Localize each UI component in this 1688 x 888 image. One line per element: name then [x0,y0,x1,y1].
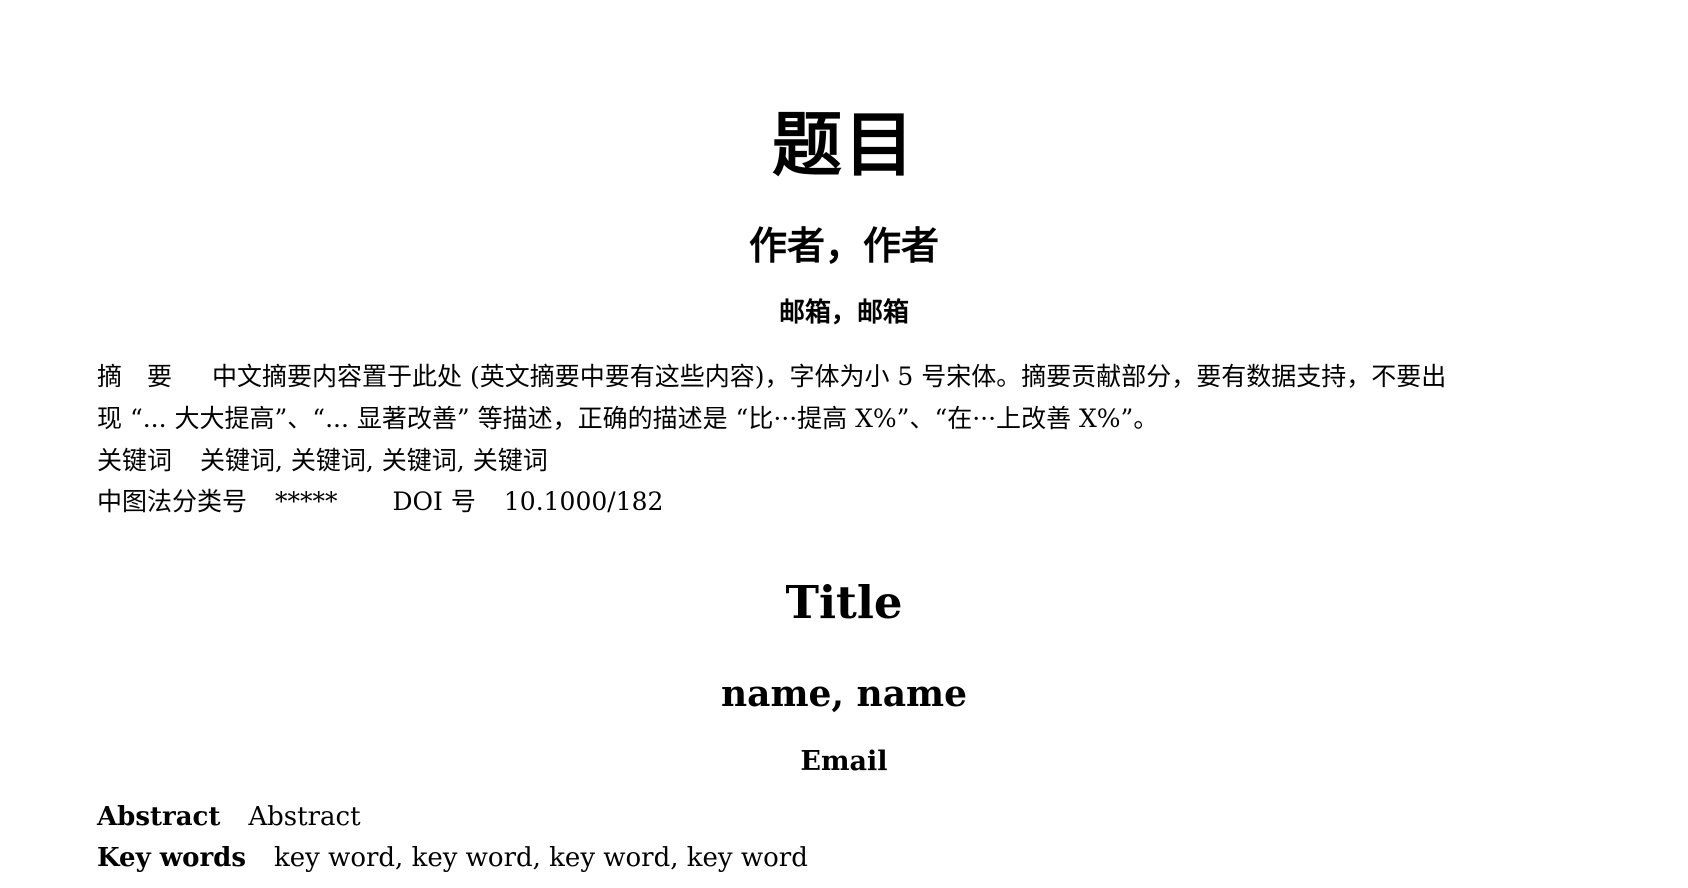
english-abstract-label: Abstract [97,802,221,832]
english-abstract-text: Abstract [248,802,361,832]
english-authors: name, name [720,673,968,715]
doi-label: DOI 号 [392,487,476,516]
chinese-keywords-text: 关键词, 关键词, 关键词, 关键词 [200,446,548,475]
chinese-authors: 作者，作者 [748,224,939,268]
english-keywords: Key words key word, key word, key word, k… [97,838,1593,878]
chinese-abstract-text-1: 中文摘要内容置于此处 (英文摘要中要有这些内容)，字体为小 5 号宋体。摘要贡献… [212,362,1447,391]
chinese-emails: 邮箱，邮箱 [778,298,909,328]
paper-page: 题目 作者，作者 邮箱，邮箱 摘 要 中文摘要内容置于此处 (英文摘要中要有这些内… [0,0,1688,888]
chinese-title: 题目 [772,104,916,186]
english-keywords-label: Key words [97,843,246,873]
english-title: Title [785,576,903,629]
chinese-keywords-label: 关键词 [97,446,173,475]
classification-label: 中图法分类号 [97,487,248,516]
chinese-abstract: 摘 要 中文摘要内容置于此处 (英文摘要中要有这些内容)，字体为小 5 号宋体。摘… [97,356,1593,440]
chinese-keywords: 关键词 关键词, 关键词, 关键词, 关键词 [97,440,1593,482]
english-keywords-text: key word, key word, key word, key word [273,843,808,873]
chinese-abstract-line-2: 现 “... 大大提高”、“... 显著改善” 等描述，正确的描述是 “比···… [97,404,1159,433]
chinese-abstract-label: 摘 要 [97,362,173,391]
chinese-abstract-line-1: 摘 要 中文摘要内容置于此处 (英文摘要中要有这些内容)，字体为小 5 号宋体。摘… [97,356,1593,398]
doi-value: 10.1000/182 [503,487,664,516]
classification-value: ***** [275,487,338,516]
chinese-classification: 中图法分类号 ***** DOI 号 10.1000/182 [97,481,1593,523]
english-email: Email [800,746,888,777]
english-abstract: Abstract Abstract [97,797,1593,837]
